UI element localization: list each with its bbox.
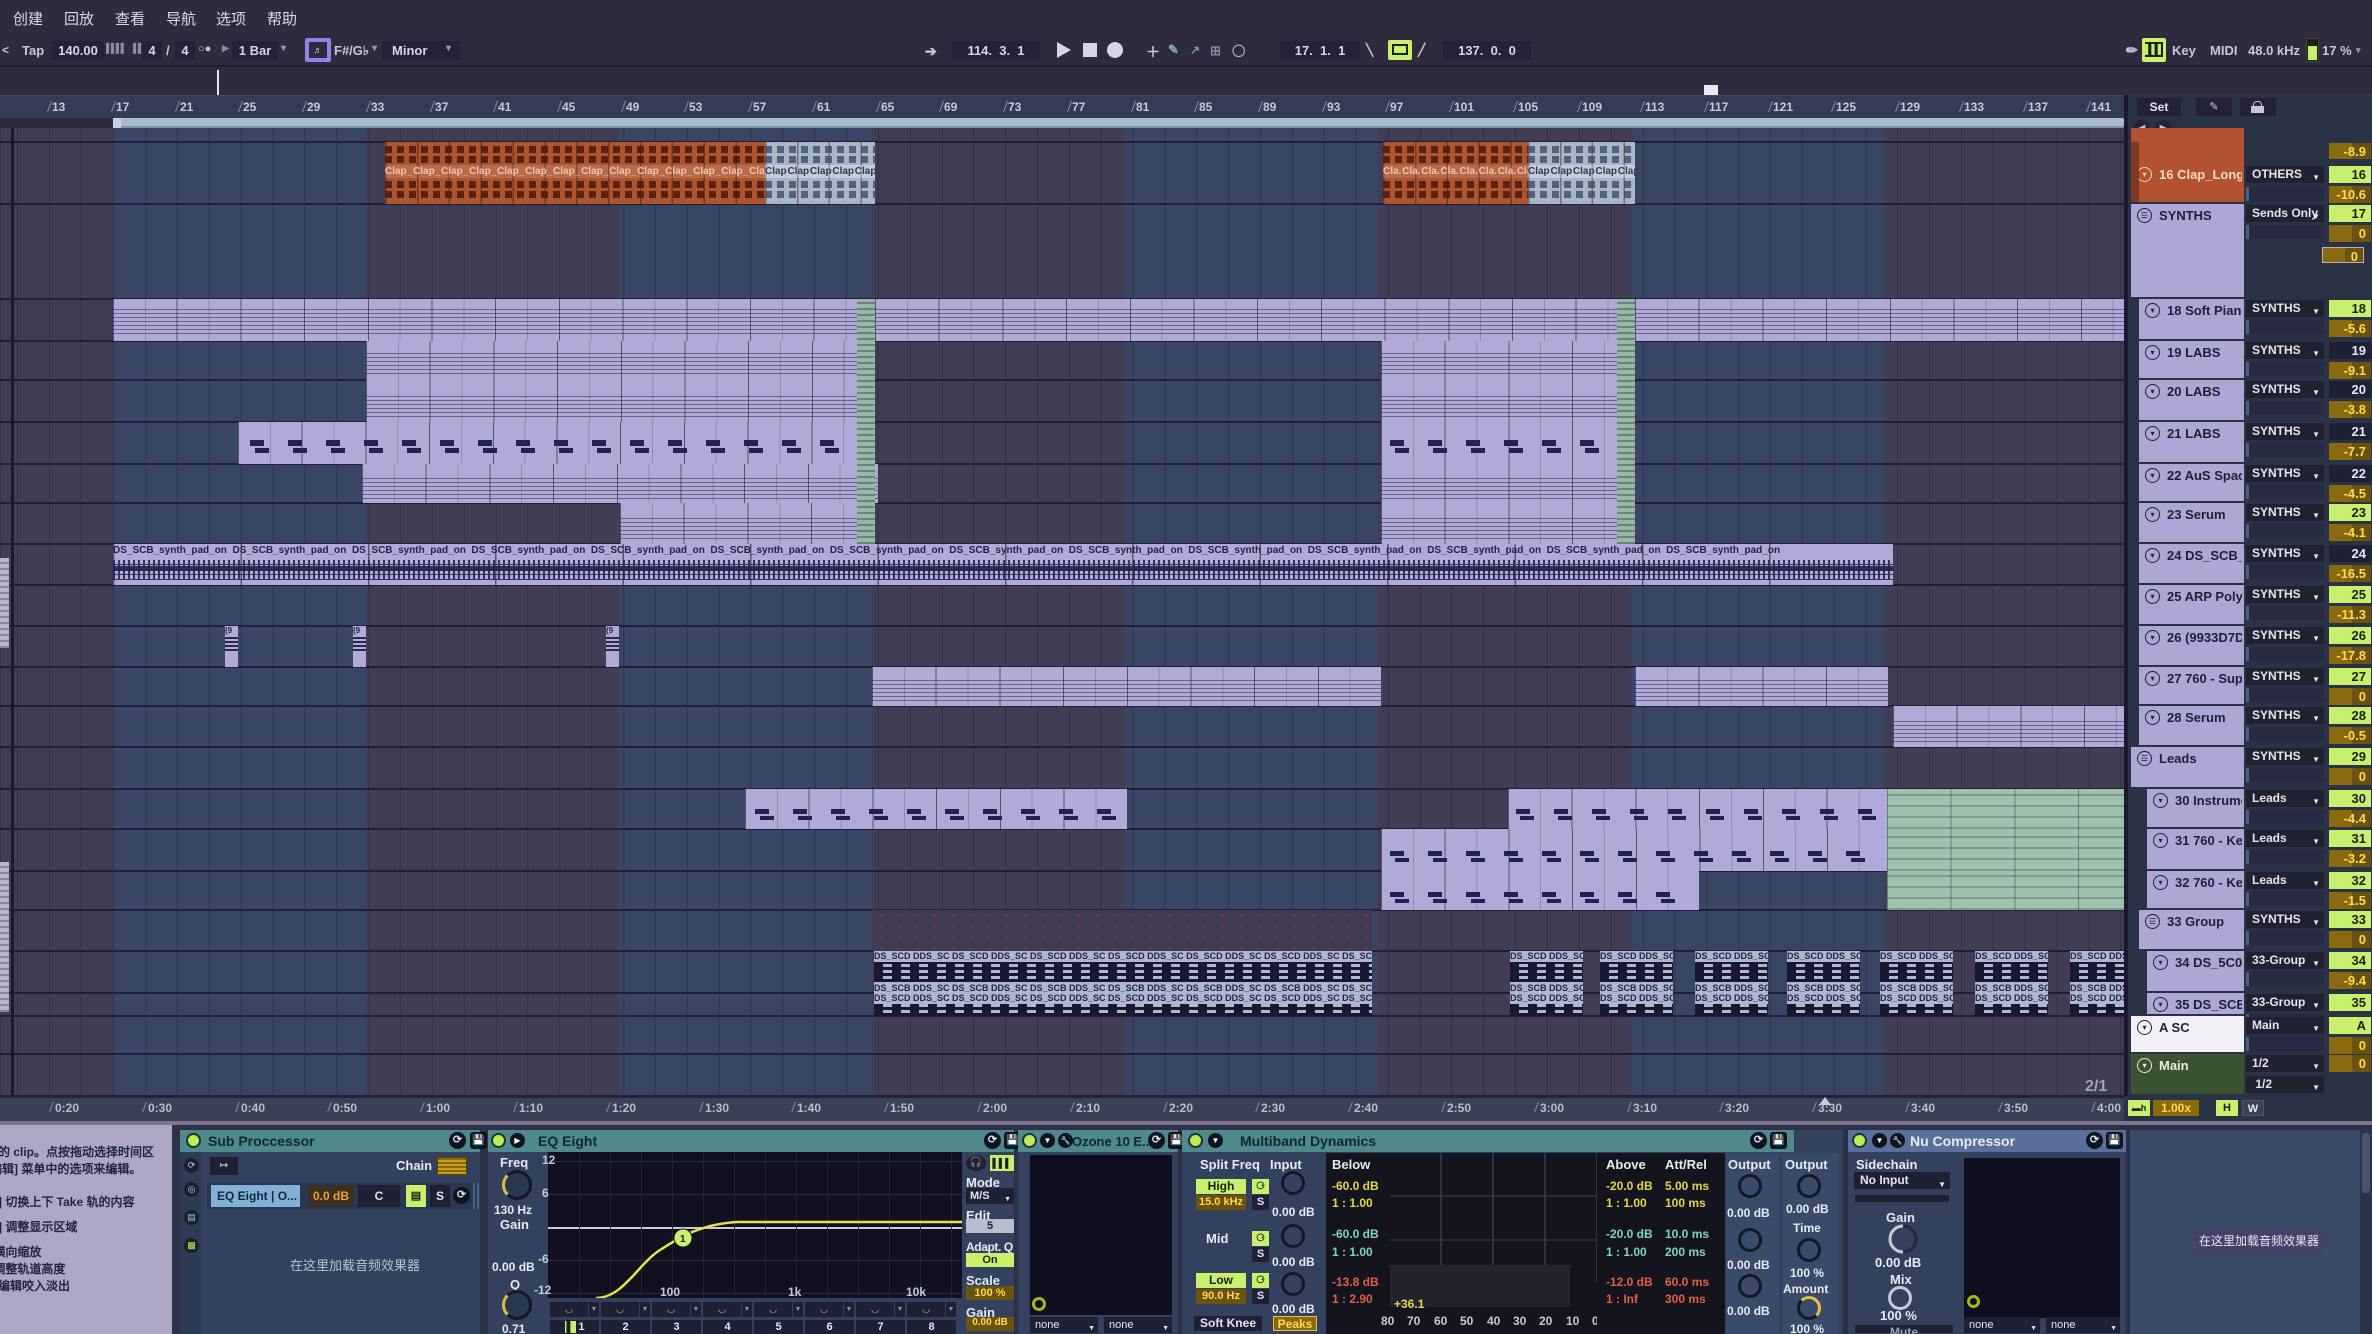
svg-text:1: 1 <box>680 1234 686 1245</box>
